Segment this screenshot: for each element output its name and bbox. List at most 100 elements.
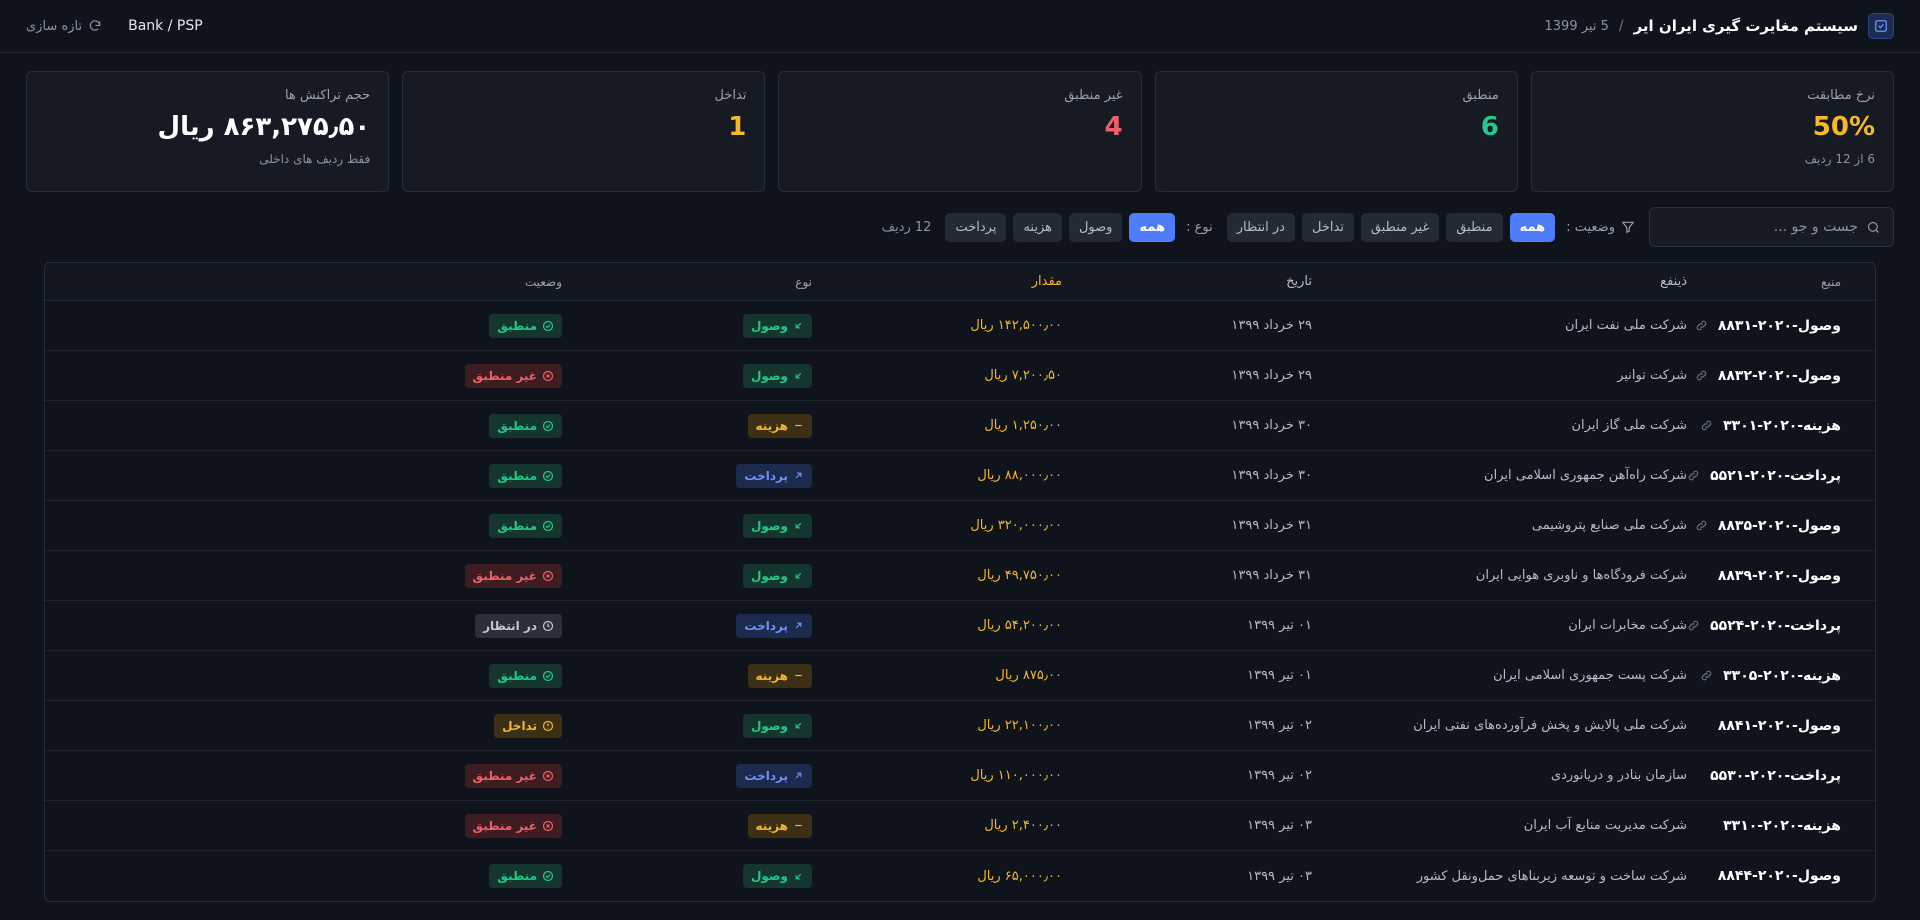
type-badge-label: هزینه <box>755 418 788 433</box>
table-row[interactable]: وصول-۲۰۲۰-۸۸۴۴ شرکت ساخت و توسعه زیربناها… <box>45 851 1875 901</box>
status-badge: غیر منطبق <box>464 363 562 388</box>
link-icon[interactable] <box>1700 419 1713 432</box>
source-cell: وصول-۲۰۲۰-۸۸۳۲ <box>1696 368 1875 384</box>
amount-cell: ۲,۴۰۰٫۰۰ ریال <box>984 818 1062 833</box>
table-row[interactable]: وصول-۲۰۲۰-۸۸۳۹ شرکت فرودگاه‌ها و ناوبری ه… <box>45 551 1875 601</box>
table-row[interactable]: هزینه-۲۰۲۰-۳۳۰۱ شرکت ملی گاز ایران ۳۰ خردا… <box>45 401 1875 451</box>
search-input[interactable] <box>1662 219 1858 235</box>
col-amount[interactable]: مقدار <box>826 274 1076 289</box>
arrow-down-left-icon <box>793 720 804 731</box>
status-cell: منطبق <box>45 413 576 438</box>
link-icon[interactable] <box>1700 669 1713 682</box>
type-filter-chip[interactable]: همه <box>1129 212 1176 242</box>
status-filter-chip[interactable]: در انتظار <box>1226 212 1295 242</box>
source-cell: پرداخت-۲۰۲۰-۵۵۳۰ <box>1701 768 1875 784</box>
beneficiary-cell: شرکت ساخت و توسعه زیربناهای حمل‌ونقل کشو… <box>1416 868 1687 884</box>
type-filter-chip[interactable]: هزینه <box>1013 212 1062 242</box>
source-id[interactable]: پرداخت-۲۰۲۰-۵۵۳۰ <box>1710 768 1841 784</box>
arrow-down-left-icon <box>793 320 804 331</box>
source-id[interactable]: هزینه-۲۰۲۰-۳۳۰۱ <box>1723 418 1841 434</box>
source-cell: هزینه-۲۰۲۰-۳۳۰۵ <box>1701 668 1875 684</box>
x-circle-icon <box>542 770 554 782</box>
arrow-down-left-icon <box>793 871 804 882</box>
amount-cell: ۸۷۵٫۰۰ ریال <box>995 668 1062 683</box>
table-row[interactable]: وصول-۲۰۲۰-۸۸۳۱ شرکت ملی نفت ایران ۲۹ خرداد… <box>45 301 1875 351</box>
status-badge-label: منطبق <box>497 668 537 683</box>
search-box[interactable] <box>1649 207 1894 247</box>
refresh-button[interactable]: تازه سازی <box>26 19 102 34</box>
source-id[interactable]: پرداخت-۲۰۲۰-۵۵۲۱ <box>1710 468 1841 484</box>
brand: سیستم مغایرت گیری ایران ایر / 5 تیر 1399 <box>1544 13 1894 39</box>
status-badge-label: تداخل <box>502 718 537 733</box>
source-id[interactable]: وصول-۲۰۲۰-۸۸۴۱ <box>1718 718 1841 734</box>
col-status[interactable]: وضعیت <box>45 275 576 289</box>
table-row[interactable]: هزینه-۲۰۲۰-۳۳۰۵ شرکت پست جمهوری اسلامی ای… <box>45 651 1875 701</box>
status-filter-chip[interactable]: غیر منطبق <box>1360 212 1440 242</box>
amount-cell: ۷,۲۰۰٫۵۰ ریال <box>984 368 1062 383</box>
status-label-text: وضعیت : <box>1566 219 1615 235</box>
date-cell: ۰۱ تیر ۱۳۹۹ <box>1247 618 1312 633</box>
status-badge: منطبق <box>489 864 562 888</box>
check-circle-icon <box>542 470 554 482</box>
table-row[interactable]: وصول-۲۰۲۰-۸۸۴۱ شرکت ملی پالایش و پخش فرآو… <box>45 701 1875 751</box>
type-badge-label: وصول <box>751 718 788 733</box>
status-filter-chip[interactable]: تداخل <box>1301 212 1354 242</box>
source-id[interactable]: هزینه-۲۰۲۰-۳۳۰۵ <box>1723 668 1841 684</box>
status-filter-chip[interactable]: منطبق <box>1446 212 1503 242</box>
col-date[interactable]: تاریخ <box>1076 274 1326 289</box>
amount-cell: ۱۱۰,۰۰۰٫۰۰ ریال <box>970 768 1062 783</box>
header-date: 5 تیر 1399 <box>1544 18 1609 34</box>
beneficiary-cell: شرکت فرودگاه‌ها و ناوبری هوایی ایران <box>1475 568 1687 583</box>
status-badge: تداخل <box>494 713 562 738</box>
source-id[interactable]: وصول-۲۰۲۰-۸۸۳۲ <box>1718 368 1841 384</box>
source-cell: پرداخت-۲۰۲۰-۵۵۲۴ <box>1688 618 1875 634</box>
filter-icon <box>1621 221 1635 234</box>
status-cell: غیر منطبق <box>45 363 576 388</box>
table-row[interactable]: وصول-۲۰۲۰-۸۸۳۲ شرکت توانیر ۲۹ خرداد ۱۳۹۹ ۷,… <box>45 351 1875 401</box>
table-row[interactable]: وصول-۲۰۲۰-۸۸۳۵ شرکت ملی صنایع پتروشیمی ۳۱ … <box>45 501 1875 551</box>
date-cell: ۳۰ خرداد ۱۳۹۹ <box>1231 418 1312 433</box>
check-circle-icon <box>542 320 554 332</box>
date-cell: ۰۲ تیر ۱۳۹۹ <box>1247 768 1312 783</box>
type-cell: وصول <box>576 563 826 588</box>
beneficiary-cell: شرکت پست جمهوری اسلامی ایران <box>1493 668 1687 683</box>
source-cell: وصول-۲۰۲۰-۸۸۳۱ <box>1696 318 1875 334</box>
type-badge-label: هزینه <box>755 818 788 833</box>
type-badge-label: پرداخت <box>744 468 788 483</box>
type-cell: وصول <box>576 313 826 338</box>
card-label: غیر منطبق <box>1064 88 1123 103</box>
source-id[interactable]: وصول-۲۰۲۰-۸۸۳۵ <box>1718 518 1841 534</box>
table-row[interactable]: پرداخت-۲۰۲۰-۵۵۳۰ سازمان بنادر و دریانوردی… <box>45 751 1875 801</box>
status-badge-label: منطبق <box>497 468 537 483</box>
type-filter-chip[interactable]: پرداخت <box>945 212 1007 242</box>
status-filter-group: وضعیت : همه منطبق غیر منطبق تداخل در انتظار <box>1226 212 1635 242</box>
table-row[interactable]: پرداخت-۲۰۲۰-۵۵۲۱ شرکت راه‌آهن جمهوری اسلا… <box>45 451 1875 501</box>
card-subtitle: 6 از 12 ردیف <box>1804 152 1875 166</box>
source-id[interactable]: وصول-۲۰۲۰-۸۸۴۴ <box>1718 868 1841 884</box>
source-id[interactable]: پرداخت-۲۰۲۰-۵۵۲۴ <box>1710 618 1841 634</box>
table-row[interactable]: هزینه-۲۰۲۰-۳۳۱۰ شرکت مدیریت منابع آب ایرا… <box>45 801 1875 851</box>
amount-cell: ۸۸,۰۰۰٫۰۰ ریال <box>977 468 1062 483</box>
col-beneficiary[interactable]: ذینفع <box>1326 274 1701 289</box>
table-row[interactable]: پرداخت-۲۰۲۰-۵۵۲۴ شرکت مخابرات ایران ۰۱ تیر… <box>45 601 1875 651</box>
type-cell: وصول <box>576 363 826 388</box>
type-cell: پرداخت <box>576 763 826 788</box>
status-filter-chip[interactable]: همه <box>1509 212 1556 242</box>
type-badge: وصول <box>743 563 812 588</box>
date-cell: ۳۱ خرداد ۱۳۹۹ <box>1231 568 1312 583</box>
source-cell: هزینه-۲۰۲۰-۳۳۱۰ <box>1701 818 1875 834</box>
search-icon <box>1867 221 1879 233</box>
source-cell: هزینه-۲۰۲۰-۳۳۰۱ <box>1701 418 1875 434</box>
source-id[interactable]: هزینه-۲۰۲۰-۳۳۱۰ <box>1723 818 1841 834</box>
card-label: نرخ مطابقت <box>1807 88 1875 103</box>
status-badge-label: غیر منطبق <box>472 768 537 783</box>
col-source[interactable]: منبع <box>1701 275 1875 289</box>
bank-psp-label: Bank / PSP <box>128 18 203 34</box>
arrow-down-left-icon <box>793 370 804 381</box>
type-badge: پرداخت <box>736 763 812 788</box>
source-id[interactable]: وصول-۲۰۲۰-۸۸۳۱ <box>1718 318 1841 334</box>
type-filter-chip[interactable]: وصول <box>1068 212 1123 242</box>
status-badge: منطبق <box>489 413 562 438</box>
col-type[interactable]: نوع <box>576 275 826 289</box>
source-id[interactable]: وصول-۲۰۲۰-۸۸۳۹ <box>1718 568 1841 584</box>
